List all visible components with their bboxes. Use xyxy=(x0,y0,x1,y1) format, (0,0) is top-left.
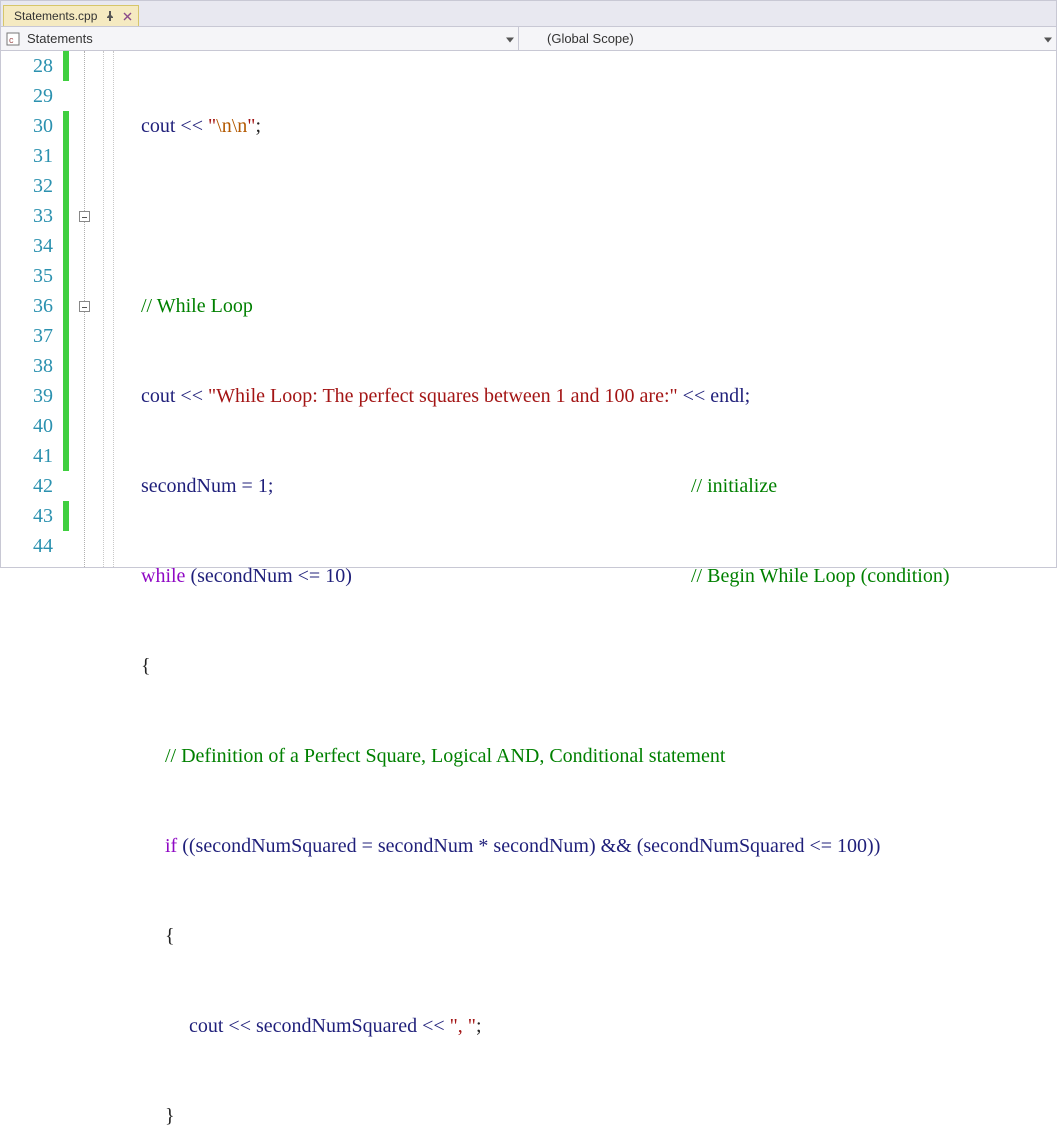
line-number: 33 xyxy=(1,201,53,231)
close-icon[interactable] xyxy=(123,12,132,21)
change-marker xyxy=(63,381,75,411)
line-number: 30 xyxy=(1,111,53,141)
line-number: 34 xyxy=(1,231,53,261)
change-marker xyxy=(63,81,75,111)
fold-toggle-icon[interactable] xyxy=(79,301,90,312)
file-tab[interactable]: Statements.cpp xyxy=(3,5,139,26)
line-number: 40 xyxy=(1,411,53,441)
line-number: 42 xyxy=(1,471,53,501)
line-number: 39 xyxy=(1,381,53,411)
change-marker xyxy=(63,471,75,501)
code-line: { xyxy=(121,651,1056,681)
code-line: } xyxy=(121,1101,1056,1131)
line-number: 41 xyxy=(1,441,53,471)
chevron-down-icon[interactable] xyxy=(506,31,514,46)
change-marker xyxy=(63,171,75,201)
change-marker xyxy=(63,321,75,351)
code-line: // Definition of a Perfect Square, Logic… xyxy=(121,741,1056,771)
code-line: cout << "\n\n"; xyxy=(121,111,1056,141)
change-marker xyxy=(63,441,75,471)
line-number: 32 xyxy=(1,171,53,201)
line-number: 44 xyxy=(1,531,53,561)
chevron-down-icon[interactable] xyxy=(1044,31,1052,46)
line-number: 31 xyxy=(1,141,53,171)
line-number: 38 xyxy=(1,351,53,381)
tab-strip: Statements.cpp xyxy=(1,1,1056,27)
change-marker xyxy=(63,351,75,381)
cpp-file-icon: c xyxy=(5,31,21,47)
context-label: Statements xyxy=(27,31,93,46)
line-number: 28 xyxy=(1,51,53,81)
line-number: 29 xyxy=(1,81,53,111)
code-area[interactable]: cout << "\n\n"; // While Loop cout << "W… xyxy=(121,51,1056,567)
code-line: secondNum = 1;// initialize xyxy=(121,471,1056,501)
change-marker xyxy=(63,111,75,141)
change-marker-gutter xyxy=(63,51,75,567)
change-marker xyxy=(63,51,75,81)
scope-label: (Global Scope) xyxy=(547,31,634,46)
code-line: { xyxy=(121,921,1056,951)
indent-guides xyxy=(101,51,121,567)
code-line: // While Loop xyxy=(121,291,1056,321)
line-number: 43 xyxy=(1,501,53,531)
svg-text:c: c xyxy=(9,35,14,45)
change-marker xyxy=(63,501,75,531)
change-marker xyxy=(63,141,75,171)
code-line: if ((secondNumSquared = secondNum * seco… xyxy=(121,831,1056,861)
code-line: while (secondNum <= 10)// Begin While Lo… xyxy=(121,561,1056,591)
change-marker xyxy=(63,231,75,261)
code-editor[interactable]: 2829303132333435363738394041424344 cout … xyxy=(1,51,1056,567)
fold-toggle-icon[interactable] xyxy=(79,211,90,222)
fold-gutter xyxy=(75,51,101,567)
change-marker xyxy=(63,531,75,561)
change-marker xyxy=(63,201,75,231)
tab-filename: Statements.cpp xyxy=(14,9,97,23)
navigation-bar: c Statements (Global Scope) xyxy=(1,27,1056,51)
line-number: 36 xyxy=(1,291,53,321)
line-number: 35 xyxy=(1,261,53,291)
change-marker xyxy=(63,411,75,441)
pin-icon[interactable] xyxy=(105,11,115,21)
change-marker xyxy=(63,291,75,321)
code-line xyxy=(121,201,1056,231)
context-dropdown[interactable]: c Statements xyxy=(1,27,519,50)
scope-dropdown[interactable]: (Global Scope) xyxy=(519,27,1056,50)
code-line: cout << secondNumSquared << ", "; xyxy=(121,1011,1056,1041)
line-number-gutter: 2829303132333435363738394041424344 xyxy=(1,51,63,567)
line-number: 37 xyxy=(1,321,53,351)
change-marker xyxy=(63,261,75,291)
code-line: cout << "While Loop: The perfect squares… xyxy=(121,381,1056,411)
